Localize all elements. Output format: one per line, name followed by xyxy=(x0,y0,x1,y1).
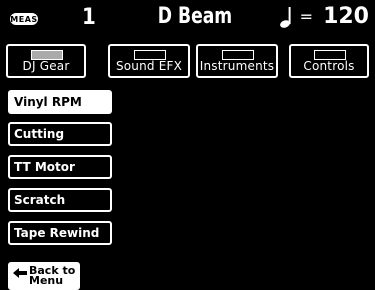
list-item-tape-rewind[interactable]: Tape Rewind xyxy=(8,221,112,245)
tab-led-indicator xyxy=(222,50,254,60)
tab-dj-gear[interactable]: DJ Gear xyxy=(6,44,86,78)
dbeam-screen: MEAS 1 D Beam = 120 DJ Gear Sound EFX In… xyxy=(0,0,375,290)
tab-controls[interactable]: Controls xyxy=(289,44,369,78)
measure-number: 1 xyxy=(82,5,96,30)
list-item-scratch[interactable]: Scratch xyxy=(8,188,112,212)
tab-led-indicator xyxy=(31,50,63,60)
tempo-value: 120 xyxy=(323,4,369,29)
quarter-note-icon xyxy=(279,7,291,28)
list-item-vinyl-rpm[interactable]: Vinyl RPM xyxy=(8,90,112,114)
back-label: Back to Menu xyxy=(29,265,75,287)
tab-label: DJ Gear xyxy=(22,59,70,73)
list-item-tt-motor[interactable]: TT Motor xyxy=(8,155,112,179)
left-arrow-icon xyxy=(13,268,27,278)
tab-instruments[interactable]: Instruments xyxy=(196,44,278,78)
tempo-equals: = xyxy=(299,7,314,26)
tab-led-indicator xyxy=(134,50,166,60)
tab-sound-efx[interactable]: Sound EFX xyxy=(108,44,190,78)
back-label-line2: Menu xyxy=(29,274,64,287)
list-item-cutting[interactable]: Cutting xyxy=(8,122,112,146)
tempo-display: = 120 xyxy=(279,4,369,30)
meas-badge: MEAS xyxy=(10,13,38,25)
tab-led-indicator xyxy=(314,50,346,60)
tab-label: Controls xyxy=(303,59,355,73)
back-to-menu-button[interactable]: Back to Menu xyxy=(8,262,80,290)
tab-label: Instruments xyxy=(199,59,275,73)
page-title: D Beam xyxy=(157,4,233,29)
tab-label: Sound EFX xyxy=(115,59,183,73)
